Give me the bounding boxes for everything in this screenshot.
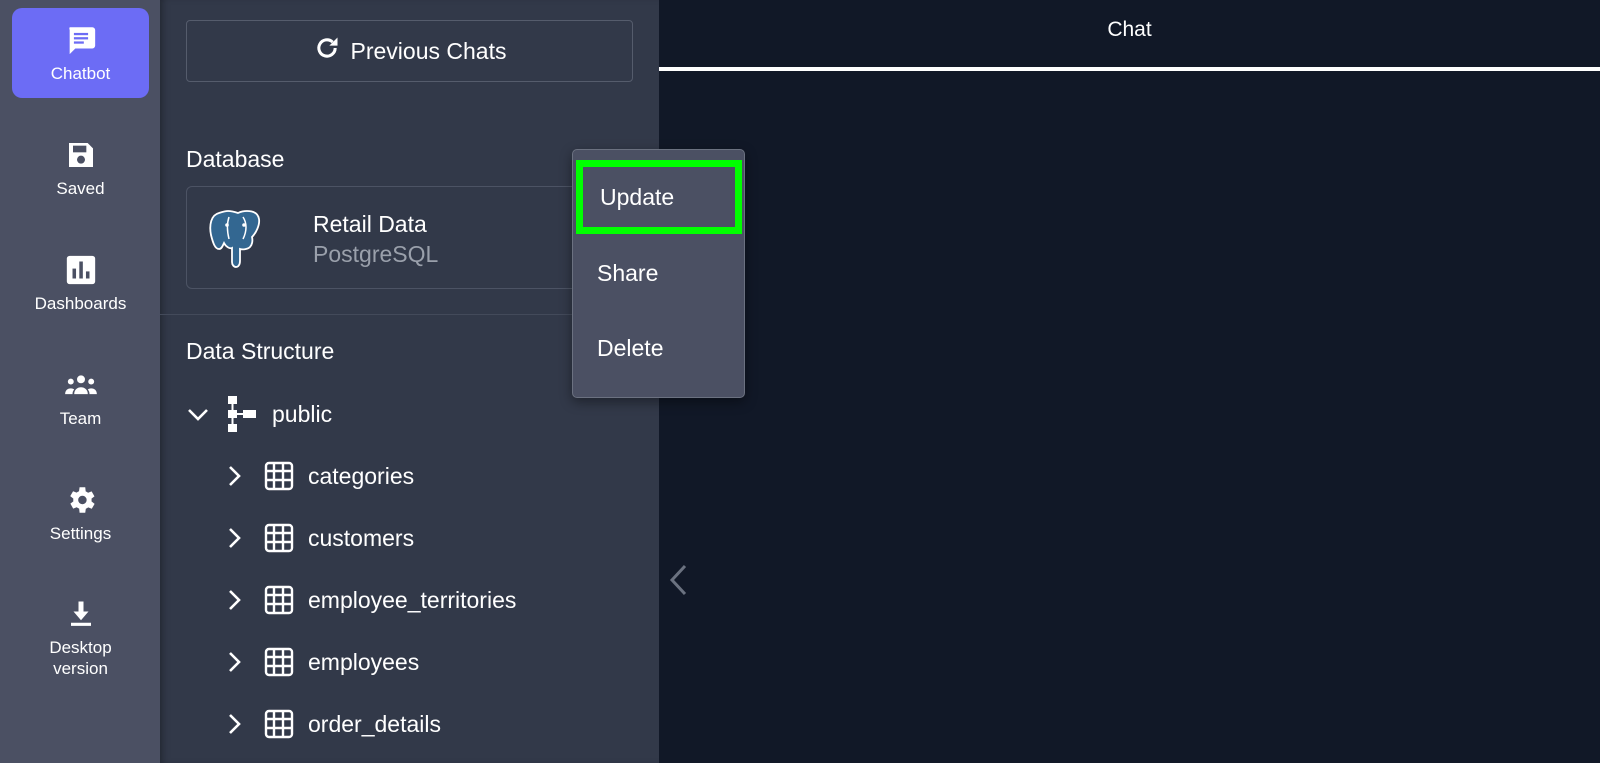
schema-name: public: [272, 400, 333, 427]
menu-item-delete[interactable]: Delete: [573, 311, 746, 385]
save-icon: [64, 138, 98, 172]
nav-item-chatbot[interactable]: Chatbot: [12, 8, 149, 98]
chevron-right-icon: [222, 650, 246, 674]
table-icon: [264, 585, 294, 615]
table-name: employee_territories: [308, 586, 517, 613]
app-window: Chatbot Saved Dashboards Team Settings D…: [0, 0, 1600, 763]
table-icon: [264, 709, 294, 739]
nav-item-label: Saved: [56, 178, 105, 198]
chevron-right-icon: [222, 526, 246, 550]
table-name: categories: [308, 462, 415, 489]
nav-item-saved[interactable]: Saved: [12, 123, 149, 213]
data-structure-heading: Data Structure: [186, 338, 335, 364]
chat-icon: [64, 23, 98, 57]
nav-item-desktop-version[interactable]: Desktop version: [12, 583, 149, 693]
database-name: Retail Data: [313, 211, 427, 237]
menu-item-share[interactable]: Share: [573, 236, 746, 310]
nav-item-team[interactable]: Team: [12, 353, 149, 443]
team-icon: [64, 368, 98, 402]
table-icon: [264, 647, 294, 677]
database-card[interactable]: Retail Data PostgreSQL: [186, 186, 633, 289]
chevron-left-icon: [667, 563, 689, 602]
nav-item-label: Desktop version: [49, 638, 112, 678]
chevron-right-icon: [222, 588, 246, 612]
collapse-panel-button[interactable]: [663, 562, 693, 602]
chevron-down-icon: [186, 402, 210, 426]
refresh-icon: [313, 34, 341, 68]
nav-item-label: Dashboards: [34, 293, 127, 313]
database-context-menu: Update Share Delete: [572, 149, 745, 398]
chevron-right-icon: [222, 464, 246, 488]
postgresql-logo: [207, 207, 265, 269]
tab-chat[interactable]: Chat: [659, 18, 1600, 42]
tree-row-table[interactable]: employees: [222, 642, 419, 682]
download-icon: [64, 597, 98, 631]
table-name: employees: [308, 648, 420, 675]
active-tab-indicator: [659, 67, 1600, 71]
database-heading: Database: [186, 146, 285, 172]
tree-row-table[interactable]: categories: [222, 456, 414, 496]
chevron-right-icon: [222, 712, 246, 736]
nav-item-settings[interactable]: Settings: [12, 468, 149, 558]
database-type: PostgreSQL: [313, 241, 439, 267]
tree-row-table[interactable]: order_details: [222, 704, 441, 744]
schema-icon: [228, 396, 258, 432]
table-name: customers: [308, 524, 415, 551]
menu-item-update[interactable]: Update: [576, 160, 742, 234]
tree-row-table[interactable]: employee_territories: [222, 580, 516, 620]
previous-chats-label: Previous Chats: [350, 37, 507, 64]
nav-rail: Chatbot Saved Dashboards Team Settings D…: [0, 0, 160, 763]
table-icon: [264, 523, 294, 553]
nav-item-label: Chatbot: [50, 63, 111, 83]
bar-chart-icon: [64, 253, 98, 287]
chat-area: Chat: [659, 0, 1600, 763]
gear-icon: [64, 483, 98, 517]
nav-item-label: Settings: [49, 523, 112, 543]
tree-row-table[interactable]: customers: [222, 518, 414, 558]
table-icon: [264, 461, 294, 491]
table-name: order_details: [308, 710, 441, 737]
nav-item-label: Team: [59, 408, 102, 428]
previous-chats-button[interactable]: Previous Chats: [186, 20, 633, 82]
nav-item-dashboards[interactable]: Dashboards: [12, 238, 149, 328]
tree-row-schema[interactable]: public: [186, 394, 332, 434]
